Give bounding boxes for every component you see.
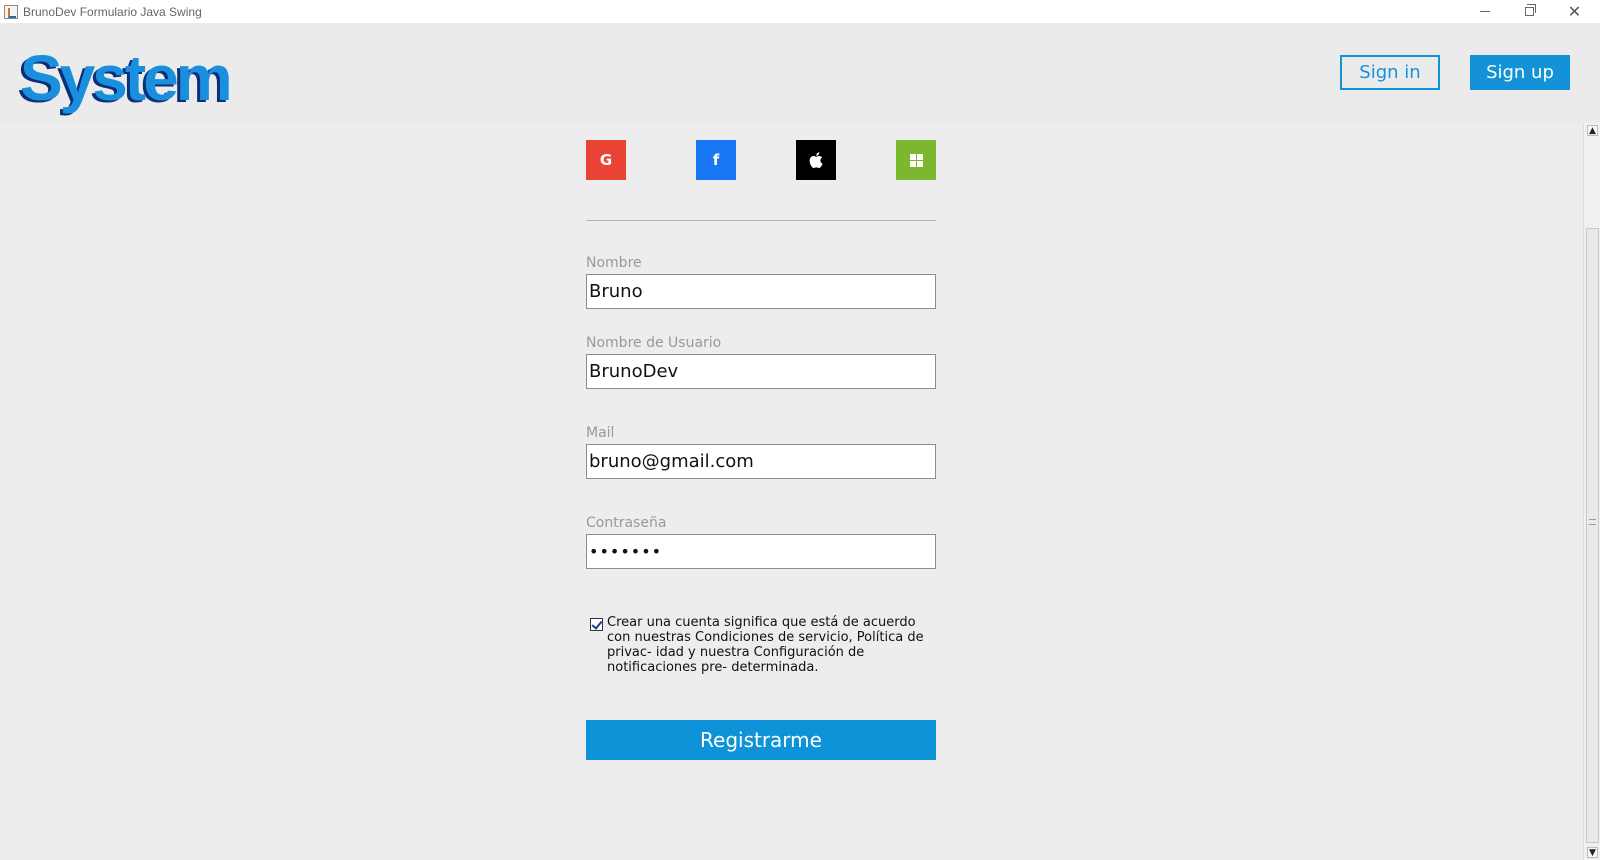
windows-login-button[interactable] (896, 140, 936, 180)
facebook-icon: f (712, 151, 720, 169)
scroll-up-icon[interactable]: ▲ (1587, 125, 1598, 136)
password-input[interactable]: ••••••• (586, 534, 936, 569)
window-title: BrunoDev Formulario Java Swing (23, 4, 202, 19)
terms-checkbox[interactable] (590, 618, 603, 631)
nombre-input[interactable]: Bruno (586, 274, 936, 309)
scroll-thumb[interactable] (1586, 228, 1599, 843)
windows-icon (909, 153, 923, 167)
terms-text: Crear una cuenta significa que está de a… (607, 615, 924, 675)
logo: System (20, 42, 233, 114)
mail-input[interactable]: bruno@gmail.com (586, 444, 936, 479)
sign-in-button[interactable]: Sign in (1340, 55, 1440, 90)
scroll-down-icon[interactable]: ▼ (1587, 847, 1598, 858)
java-app-icon (4, 4, 18, 19)
usuario-input[interactable]: BrunoDev (586, 354, 936, 389)
minimize-button[interactable] (1462, 0, 1507, 23)
minimize-icon (1479, 11, 1490, 12)
terms-agreement: Crear una cuenta significa que está de a… (590, 615, 940, 675)
restore-button[interactable] (1507, 0, 1552, 23)
apple-login-button[interactable] (796, 140, 836, 180)
mail-label: Mail (586, 425, 615, 441)
register-button[interactable]: Registrarme (586, 720, 936, 760)
divider (586, 220, 936, 221)
title-bar: BrunoDev Formulario Java Swing (0, 0, 1600, 23)
header: System Sign in Sign up (0, 23, 1600, 123)
google-icon: G (599, 151, 613, 169)
registration-panel: G f Nombre Bruno Nombre de Usuario Bruno… (0, 123, 1583, 860)
restore-icon (1525, 4, 1536, 16)
facebook-login-button[interactable]: f (696, 140, 736, 180)
scroll-grip-icon (1589, 519, 1596, 525)
usuario-label: Nombre de Usuario (586, 335, 722, 351)
nombre-label: Nombre (586, 255, 642, 271)
close-icon: ✕ (1567, 1, 1582, 21)
vertical-scrollbar[interactable]: ▲ ▼ (1583, 123, 1600, 860)
password-label: Contraseña (586, 515, 667, 531)
google-login-button[interactable]: G (586, 140, 626, 180)
apple-icon (809, 152, 823, 168)
sign-up-button[interactable]: Sign up (1470, 55, 1570, 90)
close-button[interactable]: ✕ (1552, 0, 1597, 23)
